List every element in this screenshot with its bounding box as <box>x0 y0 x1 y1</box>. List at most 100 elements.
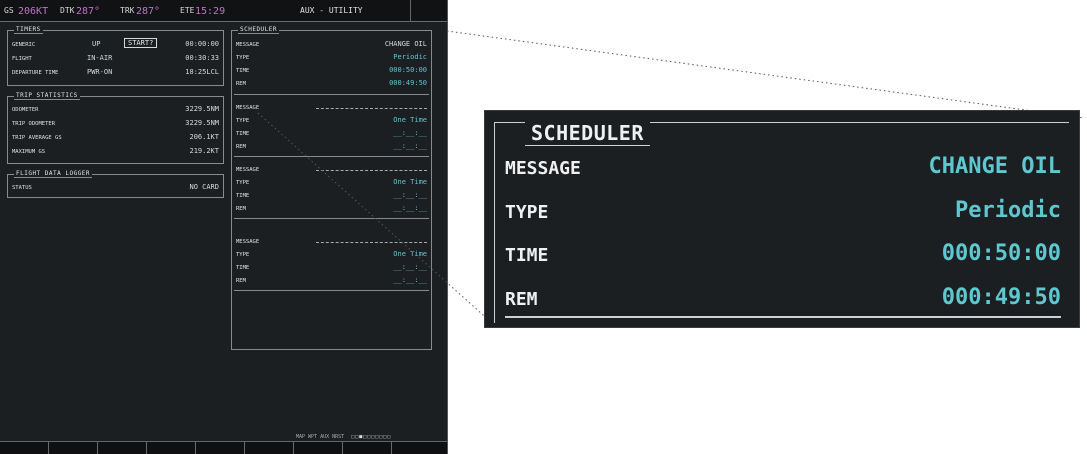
departure-mode[interactable]: PWR-ON <box>87 68 112 76</box>
trip-row-value: 219.2KT <box>189 147 219 155</box>
type-label: TYPE <box>236 55 250 61</box>
softkey-divider <box>391 442 392 454</box>
zoom-divider <box>505 316 1061 318</box>
message-blank[interactable] <box>316 242 427 243</box>
logger-status-value: NO CARD <box>189 183 219 191</box>
scheduler-type-row[interactable]: TYPE Periodic <box>236 53 427 63</box>
scheduler-time-row[interactable]: TIME __:__:__ <box>236 191 427 201</box>
softkey-divider <box>48 442 49 454</box>
divider <box>234 218 429 219</box>
message-label: MESSAGE <box>236 105 260 111</box>
ete-value: 15:29 <box>195 6 226 17</box>
softkey-divider <box>342 442 343 454</box>
message-blank[interactable] <box>316 170 427 171</box>
zoom-rem-label: REM <box>505 289 538 310</box>
flight-mode[interactable]: IN-AIR <box>87 54 112 62</box>
trip-row-value: 206.1KT <box>189 133 219 141</box>
scheduler-type-row[interactable]: TYPE One Time <box>236 178 427 188</box>
softkey-divider <box>146 442 147 454</box>
departure-value: 18:25LCL <box>185 68 219 76</box>
message-label: MESSAGE <box>236 239 260 245</box>
message-blank[interactable] <box>316 108 427 109</box>
divider <box>234 156 429 157</box>
gs-label: GS <box>4 6 14 15</box>
scheduler-message-row[interactable]: MESSAGE <box>236 237 427 247</box>
type-value[interactable]: One Time <box>393 178 427 186</box>
rem-label: REM <box>236 278 246 284</box>
scheduler-zoom-frame: SCHEDULER MESSAGE CHANGE OIL TYPE Period… <box>494 121 1069 323</box>
time-value[interactable]: __:__:__ <box>393 263 427 271</box>
scheduler-message-row[interactable]: MESSAGE <box>236 165 427 175</box>
time-value[interactable]: __:__:__ <box>393 191 427 199</box>
zoom-type-value[interactable]: Periodic <box>955 198 1061 223</box>
scheduler-rem-row: REM __:__:__ <box>236 204 427 214</box>
page-position-dots: □□■□□□□□□□ <box>347 434 392 440</box>
scheduler-rem-row: REM __:__:__ <box>236 142 427 152</box>
zoom-type-label: TYPE <box>505 202 549 223</box>
time-value[interactable]: 000:50:00 <box>389 66 427 74</box>
departure-label: DEPARTURE TIME <box>12 70 59 76</box>
time-value[interactable]: __:__:__ <box>393 129 427 137</box>
type-value[interactable]: One Time <box>393 116 427 124</box>
zoom-message-value[interactable]: CHANGE OIL <box>929 154 1061 179</box>
softkey-divider <box>97 442 98 454</box>
trip-row-label: MAXIMUM GS <box>12 149 46 155</box>
zoom-message-row[interactable]: MESSAGE CHANGE OIL <box>505 154 1061 184</box>
type-value[interactable]: One Time <box>393 250 427 258</box>
scheduler-title: SCHEDULER <box>238 26 280 34</box>
zoom-time-row[interactable]: TIME 000:50:00 <box>505 241 1061 271</box>
ete-label: ETE <box>180 6 195 15</box>
softkey-divider <box>293 442 294 454</box>
type-label: TYPE <box>236 252 250 258</box>
scheduler-message-row[interactable]: MESSAGE CHANGE OIL <box>236 40 427 50</box>
message-label: MESSAGE <box>236 167 260 173</box>
trip-row: ODOMETER 3229.5NM <box>12 105 219 115</box>
type-value[interactable]: Periodic <box>393 53 427 61</box>
scheduler-time-row[interactable]: TIME 000:50:00 <box>236 66 427 76</box>
mfd-screen: GS 206KT DTK 287° TRK 287° ETE 15:29 AUX… <box>0 0 448 454</box>
message-value[interactable]: CHANGE OIL <box>385 40 427 48</box>
flight-data-logger-panel: FLIGHT DATA LOGGER STATUS NO CARD <box>7 170 224 198</box>
zoom-message-label: MESSAGE <box>505 158 581 179</box>
logger-status-row: STATUS NO CARD <box>12 183 219 193</box>
rem-value: __:__:__ <box>393 142 427 150</box>
rem-label: REM <box>236 81 246 87</box>
scheduler-panel: SCHEDULER MESSAGE CHANGE OIL TYPE Period… <box>231 26 432 350</box>
flight-data-logger-title: FLIGHT DATA LOGGER <box>14 170 93 178</box>
flight-label: FLIGHT <box>12 56 32 62</box>
trip-row-label: ODOMETER <box>12 107 39 113</box>
timers-panel: TIMERS GENERIC UP START? 00:00:00 FLIGHT… <box>7 26 224 86</box>
time-label: TIME <box>236 68 250 74</box>
trip-row: TRIP ODOMETER 3229.5NM <box>12 119 219 129</box>
dtk-value: 287° <box>76 6 101 17</box>
zoom-type-row[interactable]: TYPE Periodic <box>505 198 1061 228</box>
dtk-label: DTK <box>60 6 75 15</box>
trip-row: TRIP AVERAGE GS 206.1KT <box>12 133 219 143</box>
rem-label: REM <box>236 206 246 212</box>
scheduler-type-row[interactable]: TYPE One Time <box>236 250 427 260</box>
trk-value: 287° <box>136 6 161 17</box>
rem-value: 000:49:50 <box>389 79 427 87</box>
rem-label: REM <box>236 144 246 150</box>
logger-status-label: STATUS <box>12 185 32 191</box>
message-label: MESSAGE <box>236 42 260 48</box>
start-timer-button[interactable]: START? <box>124 38 158 48</box>
gs-value: 206KT <box>18 6 49 17</box>
scheduler-time-row[interactable]: TIME __:__:__ <box>236 263 427 273</box>
softkey-divider <box>195 442 196 454</box>
trip-statistics-title: TRIP STATISTICS <box>14 92 80 100</box>
trip-row-label: TRIP ODOMETER <box>12 121 56 127</box>
generic-timer-row: GENERIC UP START? 00:00:00 <box>12 38 219 50</box>
scheduler-message-row[interactable]: MESSAGE <box>236 103 427 113</box>
generic-value: 00:00:00 <box>185 40 219 48</box>
scheduler-zoom-title: SCHEDULER <box>525 121 650 146</box>
trip-statistics-panel: TRIP STATISTICS ODOMETER 3229.5NM TRIP O… <box>7 92 224 164</box>
departure-time-row: DEPARTURE TIME PWR-ON 18:25LCL <box>12 68 219 78</box>
zoom-time-label: TIME <box>505 245 549 266</box>
trip-row-label: TRIP AVERAGE GS <box>12 135 62 141</box>
generic-direction[interactable]: UP <box>92 40 100 48</box>
scheduler-time-row[interactable]: TIME __:__:__ <box>236 129 427 139</box>
scheduler-type-row[interactable]: TYPE One Time <box>236 116 427 126</box>
zoom-rem-row: REM 000:49:50 <box>505 285 1061 315</box>
zoom-time-value[interactable]: 000:50:00 <box>942 241 1061 266</box>
